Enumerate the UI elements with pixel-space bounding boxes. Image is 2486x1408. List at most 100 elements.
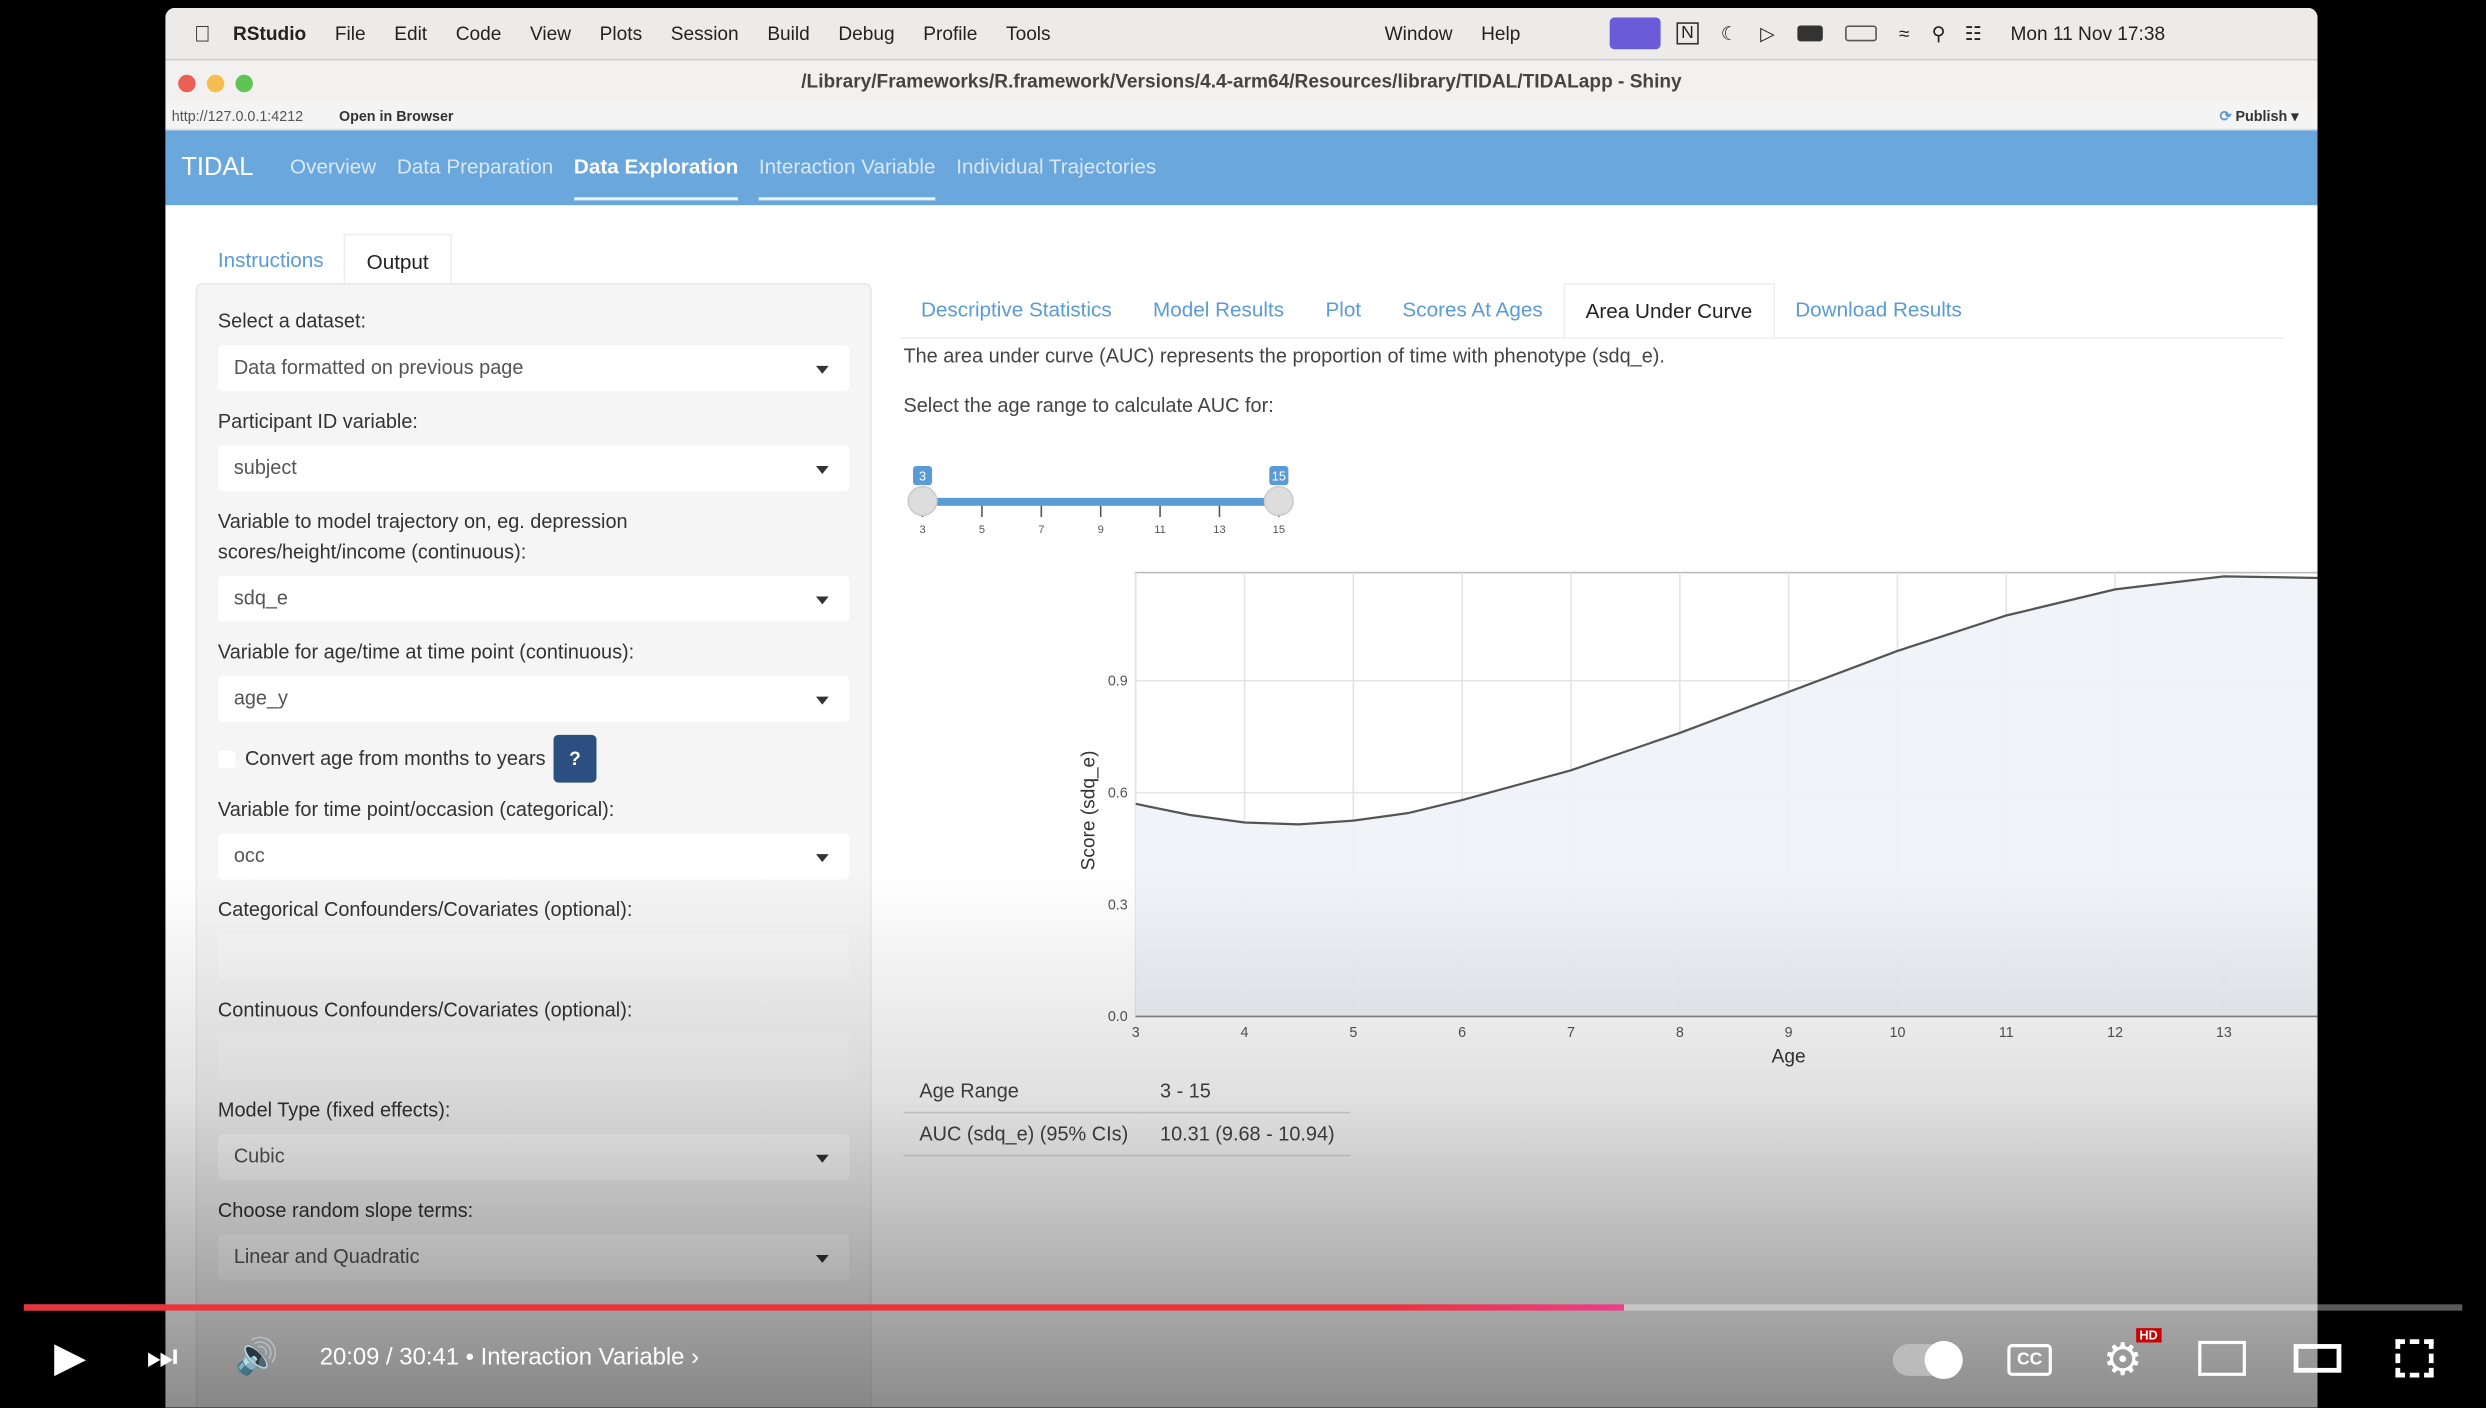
slider-label: Select the age range to calculate AUC fo… bbox=[903, 394, 1274, 417]
continuous-covariates-input[interactable] bbox=[217, 1033, 850, 1081]
clock: Mon 11 Nov 17:38 bbox=[1993, 22, 2165, 45]
stat-key: AUC (sdq_e) (95% CIs) bbox=[903, 1112, 1145, 1157]
zoom-window-button[interactable] bbox=[235, 74, 253, 93]
tab-download-results[interactable]: Download Results bbox=[1775, 283, 1983, 337]
apple-icon[interactable]:  bbox=[194, 21, 211, 46]
theater-mode-icon[interactable] bbox=[2293, 1344, 2342, 1373]
id-value: subject bbox=[233, 456, 297, 479]
fullscreen-icon[interactable] bbox=[2395, 1339, 2434, 1378]
tab-output[interactable]: Output bbox=[344, 233, 451, 288]
convert-age-row: Convert age from months to years? bbox=[217, 734, 849, 783]
minimize-window-button[interactable] bbox=[206, 74, 225, 93]
chapter-title[interactable]: Interaction Variable bbox=[481, 1344, 685, 1371]
notion-icon[interactable]: N bbox=[1676, 22, 1699, 45]
id-label: Participant ID variable: bbox=[217, 410, 418, 433]
menu-help[interactable]: Help bbox=[1481, 22, 1520, 44]
slider-value-label: 3 bbox=[919, 468, 926, 483]
menu-session[interactable]: Session bbox=[671, 22, 739, 44]
window-title: /Library/Frameworks/R.framework/Versions… bbox=[801, 69, 1682, 93]
stat-value: 3 - 15 bbox=[1144, 1070, 1351, 1114]
nav-interaction-variable[interactable]: Interaction Variable bbox=[758, 135, 936, 201]
occasion-value: occ bbox=[233, 844, 265, 867]
categorical-covariates-label: Categorical Confounders/Covariates (opti… bbox=[217, 898, 633, 921]
main-panel: Descriptive Statistics Model Results Plo… bbox=[900, 283, 2285, 421]
random-slope-value: Linear and Quadratic bbox=[233, 1245, 420, 1268]
y-axis-title: Score (sdq_e) bbox=[1078, 750, 1099, 870]
dataset-value: Data formatted on previous page bbox=[233, 356, 524, 379]
play-circle-icon[interactable]: ▷ bbox=[1760, 22, 1775, 44]
trajectory-select[interactable]: sdq_e bbox=[217, 575, 850, 622]
tab-model-results[interactable]: Model Results bbox=[1132, 283, 1304, 337]
menu-app[interactable]: RStudio bbox=[233, 22, 306, 44]
age-select[interactable]: age_y bbox=[217, 676, 850, 723]
time-text: 20:09 / 30:41 bbox=[319, 1344, 460, 1372]
slider-handle[interactable] bbox=[907, 485, 938, 517]
id-select[interactable]: subject bbox=[217, 445, 850, 492]
tab-area-under-curve[interactable]: Area Under Curve bbox=[1563, 283, 1775, 338]
x-axis-title: Age bbox=[1772, 1047, 1806, 1068]
memory-icon[interactable] bbox=[1797, 25, 1823, 42]
wifi-icon[interactable]: ≈ bbox=[1899, 22, 1909, 44]
search-icon[interactable]: ⚲ bbox=[1932, 22, 1946, 44]
model-type-select[interactable]: Cubic bbox=[217, 1134, 850, 1181]
stat-key: Age Range bbox=[903, 1070, 1145, 1114]
menu-profile[interactable]: Profile bbox=[923, 22, 977, 44]
publish-button[interactable]: ⟳ Publish ▾ bbox=[2220, 102, 2299, 131]
screen-share-icon[interactable] bbox=[1609, 17, 1661, 50]
tab-plot[interactable]: Plot bbox=[1305, 283, 1382, 337]
menu-build[interactable]: Build bbox=[767, 22, 809, 44]
tab-scores-at-ages[interactable]: Scores At Ages bbox=[1382, 283, 1564, 337]
publish-label: Publish bbox=[2235, 108, 2288, 125]
random-slope-select[interactable]: Linear and Quadratic bbox=[217, 1234, 850, 1281]
tab-descriptive-statistics[interactable]: Descriptive Statistics bbox=[900, 283, 1132, 337]
dataset-select[interactable]: Data formatted on previous page bbox=[217, 345, 850, 392]
nav-data-exploration[interactable]: Data Exploration bbox=[573, 135, 739, 201]
slider-tick-label: 15 bbox=[1273, 524, 1285, 536]
menu-view[interactable]: View bbox=[530, 22, 571, 44]
caret-down-icon bbox=[815, 1254, 829, 1263]
close-window-button[interactable] bbox=[178, 74, 196, 93]
miniplayer-icon[interactable] bbox=[2198, 1340, 2246, 1376]
help-button[interactable]: ? bbox=[553, 734, 597, 783]
convert-age-checkbox[interactable] bbox=[217, 749, 236, 768]
age-range-slider[interactable]: 3 5 7 9 11 13 15 3 15 bbox=[897, 453, 1311, 548]
caret-down-icon bbox=[815, 466, 829, 474]
autoplay-toggle[interactable] bbox=[1892, 1340, 1963, 1380]
y-tick-label: 0.9 bbox=[1108, 674, 1128, 690]
control-center-icon[interactable]: ☷ bbox=[1965, 22, 1982, 44]
auc-chart: 3 4 5 6 7 8 9 10 11 12 13 14 150.00.30.60.9AgeScore … bbox=[1078, 571, 2318, 1068]
mac-menubar:  RStudio File Edit Code View Plots Sess… bbox=[165, 7, 2318, 59]
open-in-browser-button[interactable]: Open in Browser bbox=[339, 108, 454, 124]
moon-icon[interactable]: ☾ bbox=[1721, 22, 1738, 44]
video-player-controls: ▶ ⏭ 🔊 20:09 / 30:41 • Interaction Variab… bbox=[0, 1288, 2486, 1407]
nav-individual-trajectories[interactable]: Individual Trajectories bbox=[956, 135, 1156, 200]
menu-debug[interactable]: Debug bbox=[838, 22, 894, 44]
battery-icon[interactable] bbox=[1844, 25, 1877, 42]
slider-handle[interactable] bbox=[1263, 485, 1294, 517]
slider-value-label: 15 bbox=[1272, 468, 1286, 483]
progress-played bbox=[23, 1304, 1624, 1311]
menu-code[interactable]: Code bbox=[456, 22, 502, 44]
play-icon[interactable]: ▶ bbox=[54, 1333, 86, 1382]
url: http://127.0.0.1:4212 bbox=[171, 108, 304, 125]
captions-icon[interactable]: CC bbox=[2007, 1344, 2052, 1376]
tab-instructions[interactable]: Instructions bbox=[197, 234, 344, 288]
brand[interactable]: TIDAL bbox=[181, 153, 253, 182]
menu-edit[interactable]: Edit bbox=[394, 22, 427, 44]
x-tick-label: 12 bbox=[2107, 1025, 2123, 1041]
next-icon[interactable]: ⏭ bbox=[146, 1336, 178, 1377]
caret-down-icon bbox=[815, 596, 829, 605]
slider-tick-label: 13 bbox=[1213, 524, 1225, 536]
menu-file[interactable]: File bbox=[335, 22, 366, 44]
volume-icon[interactable]: 🔊 bbox=[235, 1336, 279, 1377]
menu-plots[interactable]: Plots bbox=[600, 22, 642, 44]
menu-tools[interactable]: Tools bbox=[1006, 22, 1051, 44]
caret-down-icon bbox=[815, 696, 829, 705]
model-type-value: Cubic bbox=[233, 1145, 285, 1168]
menu-window[interactable]: Window bbox=[1385, 22, 1453, 44]
occasion-select[interactable]: occ bbox=[217, 833, 850, 880]
categorical-covariates-input[interactable] bbox=[217, 933, 850, 980]
occasion-label: Variable for time point/occasion (catego… bbox=[217, 798, 615, 821]
nav-overview[interactable]: Overview bbox=[290, 135, 376, 200]
nav-data-preparation[interactable]: Data Preparation bbox=[397, 135, 553, 200]
